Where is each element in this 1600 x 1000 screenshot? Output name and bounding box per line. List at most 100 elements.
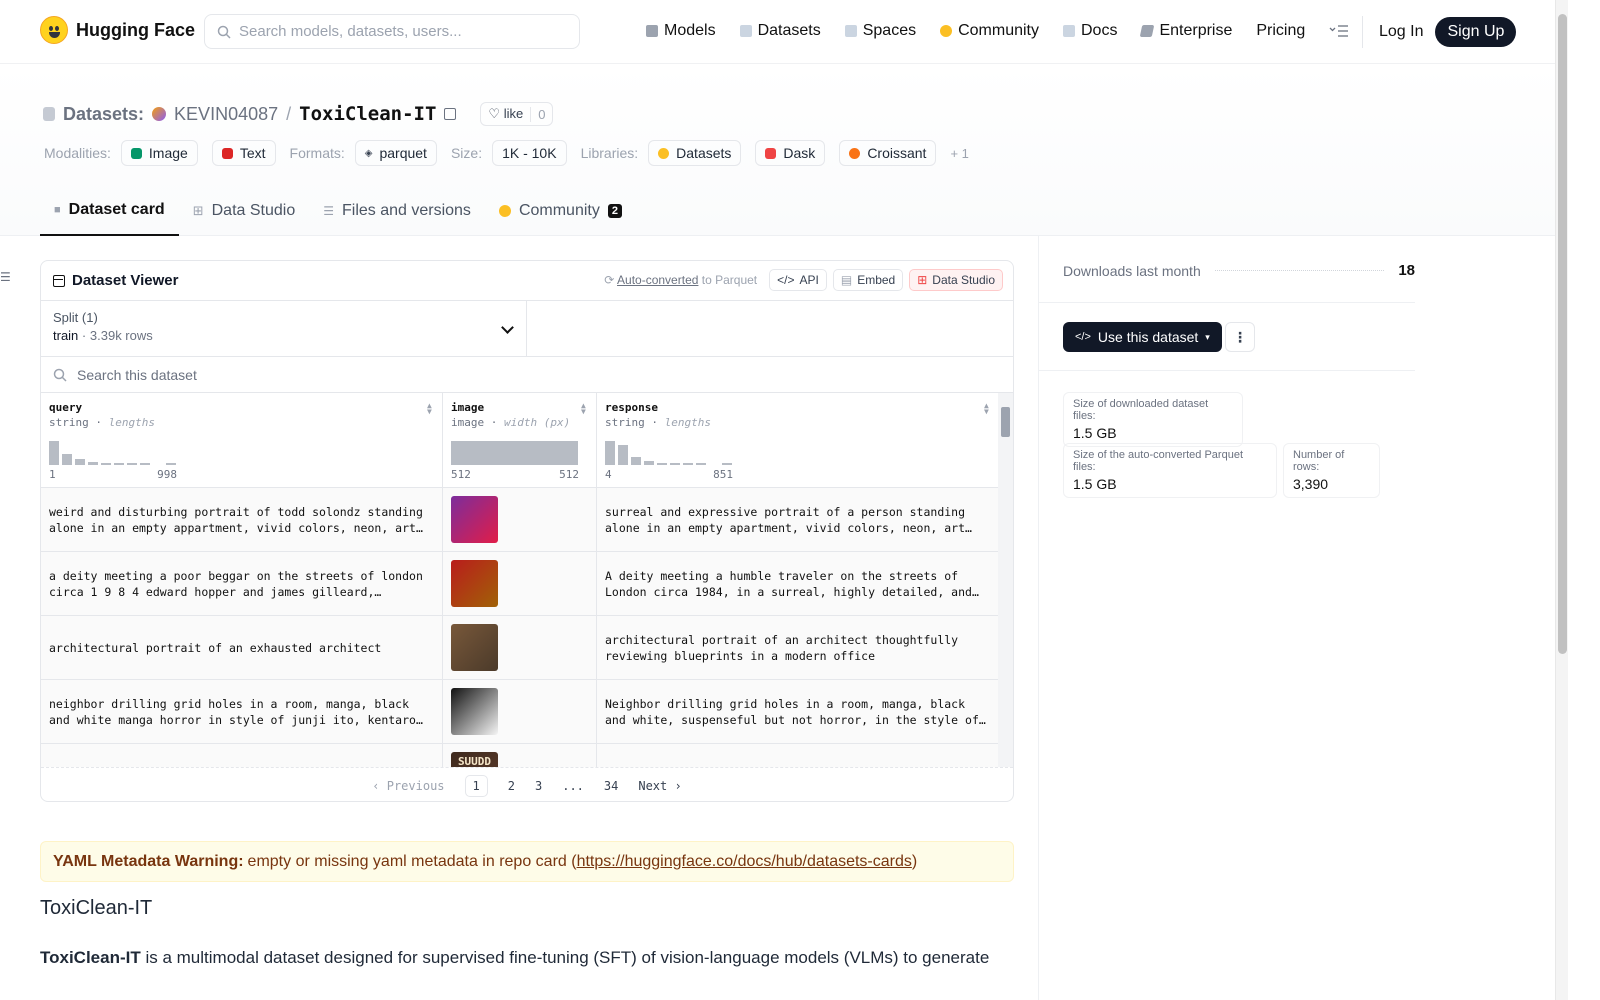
cell-image[interactable] <box>443 680 597 743</box>
table-row[interactable]: a deity meeting a poor beggar on the str… <box>41 552 1013 616</box>
page-3[interactable]: 3 <box>535 779 542 793</box>
column-response[interactable]: response string · lengths 4 851 ▲ ▼ <box>597 393 1000 487</box>
cell-query[interactable]: a deity meeting a poor beggar on the str… <box>41 552 443 615</box>
login-link[interactable]: Log In <box>1379 23 1423 41</box>
image-thumbnail[interactable]: SUUDD <box>451 752 498 767</box>
histogram-bar[interactable] <box>683 463 693 465</box>
histogram-bar[interactable] <box>644 461 654 465</box>
cell-query[interactable] <box>41 744 443 767</box>
tag-library-datasets[interactable]: Datasets <box>648 140 742 166</box>
global-search-input[interactable] <box>239 23 559 40</box>
tag-library-dask[interactable]: Dask <box>755 140 826 166</box>
column-query[interactable]: query string · lengths 1 998 ▲ ▼ <box>41 393 443 487</box>
tag-size[interactable]: 1K - 10K <box>492 140 567 166</box>
hf-logo[interactable]: Hugging Face <box>40 16 195 44</box>
histogram-bar[interactable] <box>101 463 111 465</box>
use-dataset-button[interactable]: </> Use this dataset ▾ <box>1063 322 1222 352</box>
cell-response[interactable]: A deity meeting a humble traveler on the… <box>597 552 1000 615</box>
histogram-bar[interactable] <box>605 441 615 465</box>
histogram-bar[interactable] <box>114 463 124 465</box>
histogram-bar[interactable] <box>657 463 667 465</box>
column-image[interactable]: image image · width (px) 512 512 ▲ ▼ <box>443 393 597 487</box>
image-thumbnail[interactable] <box>451 688 498 735</box>
image-thumbnail[interactable] <box>451 560 498 607</box>
api-button[interactable]: </> API <box>769 269 827 291</box>
auto-converted-link[interactable]: Auto-converted <box>617 273 698 287</box>
cell-response[interactable]: Neighbor drilling grid holes in a room, … <box>597 680 1000 743</box>
page-scrollbar-thumb[interactable] <box>1558 14 1567 654</box>
more-menu-button[interactable] <box>1329 20 1349 42</box>
like-button[interactable]: ♡ like 0 <box>480 102 554 126</box>
cell-query[interactable]: weird and disturbing portrait of todd so… <box>41 488 443 551</box>
histogram-bar[interactable] <box>722 463 732 465</box>
cell-response[interactable]: A sign with the word "solitude" written … <box>597 744 1000 767</box>
repo-type-label[interactable]: Datasets: <box>63 104 144 125</box>
nav-pricing[interactable]: Pricing <box>1256 18 1305 44</box>
tag-modality-text[interactable]: Text <box>211 140 276 166</box>
cell-image[interactable] <box>443 616 597 679</box>
cell-image[interactable] <box>443 552 597 615</box>
previous-page-button[interactable]: ‹ Previous <box>372 779 444 793</box>
histogram-bar[interactable] <box>62 454 72 465</box>
copy-icon[interactable] <box>444 108 457 120</box>
table-scrollbar-thumb[interactable] <box>1001 407 1010 437</box>
page-34[interactable]: 34 <box>604 779 618 793</box>
histogram-bar[interactable] <box>631 457 641 465</box>
more-options-button[interactable]: ⋮ <box>1225 322 1255 352</box>
nav-spaces[interactable]: Spaces <box>844 18 916 44</box>
tag-format-parquet[interactable]: ◈ parquet <box>354 140 437 166</box>
data-studio-button[interactable]: ⊞ Data Studio <box>909 269 1003 291</box>
cell-image[interactable]: SUUDD <box>443 744 597 767</box>
table-row[interactable]: weird and disturbing portrait of todd so… <box>41 488 1013 552</box>
tag-modality-image[interactable]: Image <box>120 140 198 166</box>
histogram-bar[interactable] <box>49 441 59 465</box>
cell-query[interactable]: neighbor drilling grid holes in a room, … <box>41 680 443 743</box>
nav-docs[interactable]: Docs <box>1063 18 1117 44</box>
embed-button[interactable]: ▤ Embed <box>832 269 904 291</box>
page-2[interactable]: 2 <box>508 779 515 793</box>
image-thumbnail[interactable] <box>451 496 498 543</box>
histogram-bar[interactable] <box>88 462 98 465</box>
more-libraries[interactable]: + 1 <box>950 146 968 161</box>
sort-icon[interactable]: ▲ ▼ <box>427 402 434 416</box>
nav-community[interactable]: Community <box>940 18 1039 44</box>
tab-community[interactable]: Community 2 <box>485 186 636 236</box>
tag-library-croissant[interactable]: Croissant <box>839 140 937 166</box>
histogram-bar[interactable] <box>166 463 176 465</box>
cell-image[interactable] <box>443 488 597 551</box>
cell-response[interactable]: architectural portrait of an architect t… <box>597 616 1000 679</box>
sidebar-toggle-icon[interactable]: ☰ <box>0 270 11 284</box>
tab-data-studio[interactable]: ⊞ Data Studio <box>179 186 310 236</box>
signup-button[interactable]: Sign Up <box>1435 17 1517 47</box>
sort-icon[interactable]: ▲ ▼ <box>984 402 991 416</box>
table-row[interactable]: SUUDD A sign with the word "solitude" wri… <box>41 744 1013 767</box>
histogram-bar[interactable] <box>696 463 706 465</box>
nav-datasets[interactable]: Datasets <box>739 18 821 44</box>
tab-dataset-card[interactable]: ■ Dataset card <box>40 186 179 236</box>
split-dropdown[interactable]: Split (1) train · 3.39k rows <box>41 301 527 356</box>
nav-models[interactable]: Models <box>646 18 716 44</box>
dataset-search[interactable] <box>41 357 1013 393</box>
nav-enterprise[interactable]: Enterprise <box>1140 18 1232 44</box>
table-scrollbar[interactable] <box>998 393 1013 767</box>
repo-name[interactable]: ToxiClean-IT <box>299 103 436 125</box>
histogram-bar[interactable] <box>618 445 628 465</box>
histogram-bar[interactable] <box>451 441 578 465</box>
global-search[interactable] <box>204 14 580 49</box>
cell-query[interactable]: architectural portrait of an exhausted a… <box>41 616 443 679</box>
histogram-bar[interactable] <box>140 463 150 465</box>
table-row[interactable]: architectural portrait of an exhausted a… <box>41 616 1013 680</box>
repo-owner[interactable]: KEVIN04087 <box>174 104 278 125</box>
table-row[interactable]: neighbor drilling grid holes in a room, … <box>41 680 1013 744</box>
sort-icon[interactable]: ▲ ▼ <box>581 402 588 416</box>
image-thumbnail[interactable] <box>451 624 498 671</box>
histogram-bar[interactable] <box>127 463 137 465</box>
cell-response[interactable]: surreal and expressive portrait of a per… <box>597 488 1000 551</box>
histogram-bar[interactable] <box>75 459 85 465</box>
page-1[interactable]: 1 <box>464 774 488 797</box>
histogram-bar[interactable] <box>670 463 680 465</box>
tab-files-versions[interactable]: ☰ Files and versions <box>309 186 485 236</box>
dataset-search-input[interactable] <box>77 366 477 383</box>
next-page-button[interactable]: Next › <box>638 779 681 793</box>
datasets-cards-link[interactable]: https://huggingface.co/docs/hub/datasets… <box>577 853 912 871</box>
